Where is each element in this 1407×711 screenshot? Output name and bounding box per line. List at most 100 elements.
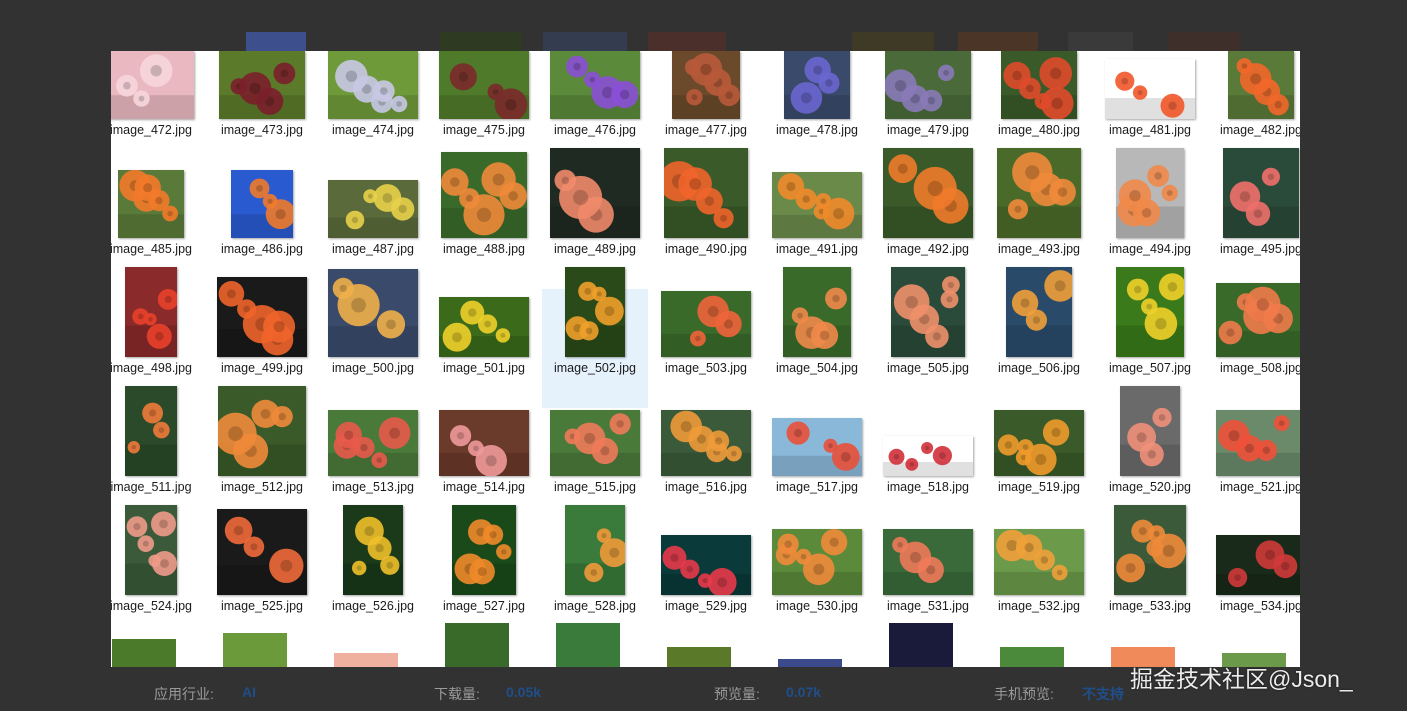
- image-thumbnail: [1006, 267, 1072, 357]
- image-thumbnail: [994, 410, 1084, 476]
- file-name: image_498.jpg: [111, 361, 192, 375]
- image-thumbnail: [328, 269, 418, 357]
- image-thumbnail: [784, 51, 850, 119]
- thumbnail-frame: [545, 267, 645, 357]
- thumbnail-frame: [111, 386, 201, 476]
- file-name: image_518.jpg: [886, 480, 969, 494]
- file-name: image_532.jpg: [997, 599, 1080, 613]
- image-thumbnail: [891, 267, 965, 357]
- partial-thumbnail: [889, 623, 953, 667]
- thumbnail-frame: [1100, 267, 1200, 357]
- thumbnail-frame: [212, 148, 312, 238]
- thumbnail-frame: [656, 267, 756, 357]
- file-tile[interactable]: image_530.jpg: [764, 527, 870, 646]
- thumbnail-frame: [545, 386, 645, 476]
- file-tile[interactable]: image_533.jpg: [1097, 505, 1203, 646]
- file-name: image_495.jpg: [1219, 242, 1300, 256]
- thumbnail-frame: [989, 148, 1089, 238]
- file-name: image_534.jpg: [1219, 599, 1300, 613]
- image-thumbnail: [111, 51, 194, 119]
- thumbnail-frame: [323, 267, 423, 357]
- thumbnail-frame: [212, 267, 312, 357]
- preview-stage: image_472.jpg image_473.jpg image_474.jpg i…: [0, 0, 1407, 711]
- image-thumbnail: [452, 505, 516, 595]
- thumbnail-frame: [111, 505, 201, 595]
- thumbnail-frame: [878, 386, 978, 476]
- thumbnail-frame: [1100, 505, 1200, 595]
- file-name: image_479.jpg: [886, 123, 969, 137]
- peek-thumbnail: [1168, 32, 1240, 51]
- file-name: image_521.jpg: [1219, 480, 1300, 494]
- partial-thumbnail: [667, 647, 731, 667]
- industry-label: 应用行业:: [154, 686, 214, 702]
- downloads-value: 0.05k: [506, 684, 542, 700]
- image-thumbnail: [565, 267, 625, 357]
- file-tile[interactable]: image_526.jpg: [320, 505, 426, 646]
- thumbnail-frame: [878, 51, 978, 119]
- image-thumbnail: [550, 51, 640, 119]
- thumbnail-frame: [323, 505, 423, 595]
- image-thumbnail: [550, 410, 640, 476]
- file-name: image_486.jpg: [220, 242, 303, 256]
- thumbnail-frame: [767, 148, 867, 238]
- partial-thumbnail: [445, 623, 509, 667]
- file-tile[interactable]: image_525.jpg: [209, 509, 315, 646]
- file-name: image_489.jpg: [553, 242, 636, 256]
- industry-value: AI: [242, 684, 256, 700]
- image-thumbnail: [125, 267, 177, 357]
- thumbnail-frame: [656, 505, 756, 595]
- thumbnail-frame: [323, 51, 423, 119]
- file-tile[interactable]: image_529.jpg: [653, 527, 759, 646]
- file-tile[interactable]: image_532.jpg: [986, 527, 1092, 646]
- file-name: image_524.jpg: [111, 599, 192, 613]
- file-name: image_476.jpg: [553, 123, 636, 137]
- thumbnail-frame: [212, 386, 312, 476]
- thumbnail-frame: [989, 51, 1089, 119]
- image-thumbnail: [439, 51, 529, 119]
- file-name: image_480.jpg: [997, 123, 1080, 137]
- file-name: image_527.jpg: [442, 599, 525, 613]
- previews-value: 0.07k: [786, 684, 822, 700]
- file-name: image_507.jpg: [1108, 361, 1191, 375]
- image-thumbnail: [1001, 51, 1077, 119]
- file-name: image_519.jpg: [997, 480, 1080, 494]
- image-thumbnail: [997, 148, 1081, 238]
- file-name: image_474.jpg: [331, 123, 414, 137]
- thumbnail-frame: [212, 51, 312, 119]
- thumbnail-frame: [989, 505, 1089, 595]
- image-thumbnail: [439, 297, 529, 357]
- image-thumbnail: [328, 51, 418, 119]
- thumbnail-frame: [989, 267, 1089, 357]
- thumbnail-frame: [1211, 148, 1300, 238]
- image-thumbnail: [1216, 535, 1300, 595]
- file-name: image_520.jpg: [1108, 480, 1191, 494]
- image-thumbnail: [1116, 267, 1184, 357]
- thumbnail-frame: [434, 148, 534, 238]
- file-tile[interactable]: image_534.jpg: [1208, 527, 1300, 646]
- thumbnail-frame: [545, 51, 645, 119]
- thumbnail-frame: [878, 148, 978, 238]
- mobile-preview-label: 手机预览:: [994, 686, 1054, 702]
- thumbnail-frame: [767, 505, 867, 595]
- partial-thumbnail: [112, 639, 176, 667]
- thumbnail-frame: [545, 505, 645, 595]
- file-name: image_481.jpg: [1108, 123, 1191, 137]
- file-name: image_505.jpg: [886, 361, 969, 375]
- thumbnail-frame: [434, 505, 534, 595]
- image-thumbnail: [343, 505, 403, 595]
- partial-thumbnail: [556, 623, 620, 667]
- thumbnail-frame: [1100, 148, 1200, 238]
- thumbnail-frame: [212, 505, 312, 595]
- image-thumbnail: [772, 418, 862, 476]
- file-name: image_503.jpg: [664, 361, 747, 375]
- peek-thumbnail: [440, 32, 522, 51]
- partial-thumbnail: [778, 659, 842, 667]
- image-thumbnail: [1114, 505, 1186, 595]
- peek-thumbnail: [543, 32, 627, 51]
- file-name: image_516.jpg: [664, 480, 747, 494]
- file-name: image_487.jpg: [331, 242, 414, 256]
- image-thumbnail: [885, 51, 971, 119]
- image-thumbnail: [661, 535, 751, 595]
- file-tile[interactable]: image_524.jpg: [111, 505, 204, 646]
- file-name: image_533.jpg: [1108, 599, 1191, 613]
